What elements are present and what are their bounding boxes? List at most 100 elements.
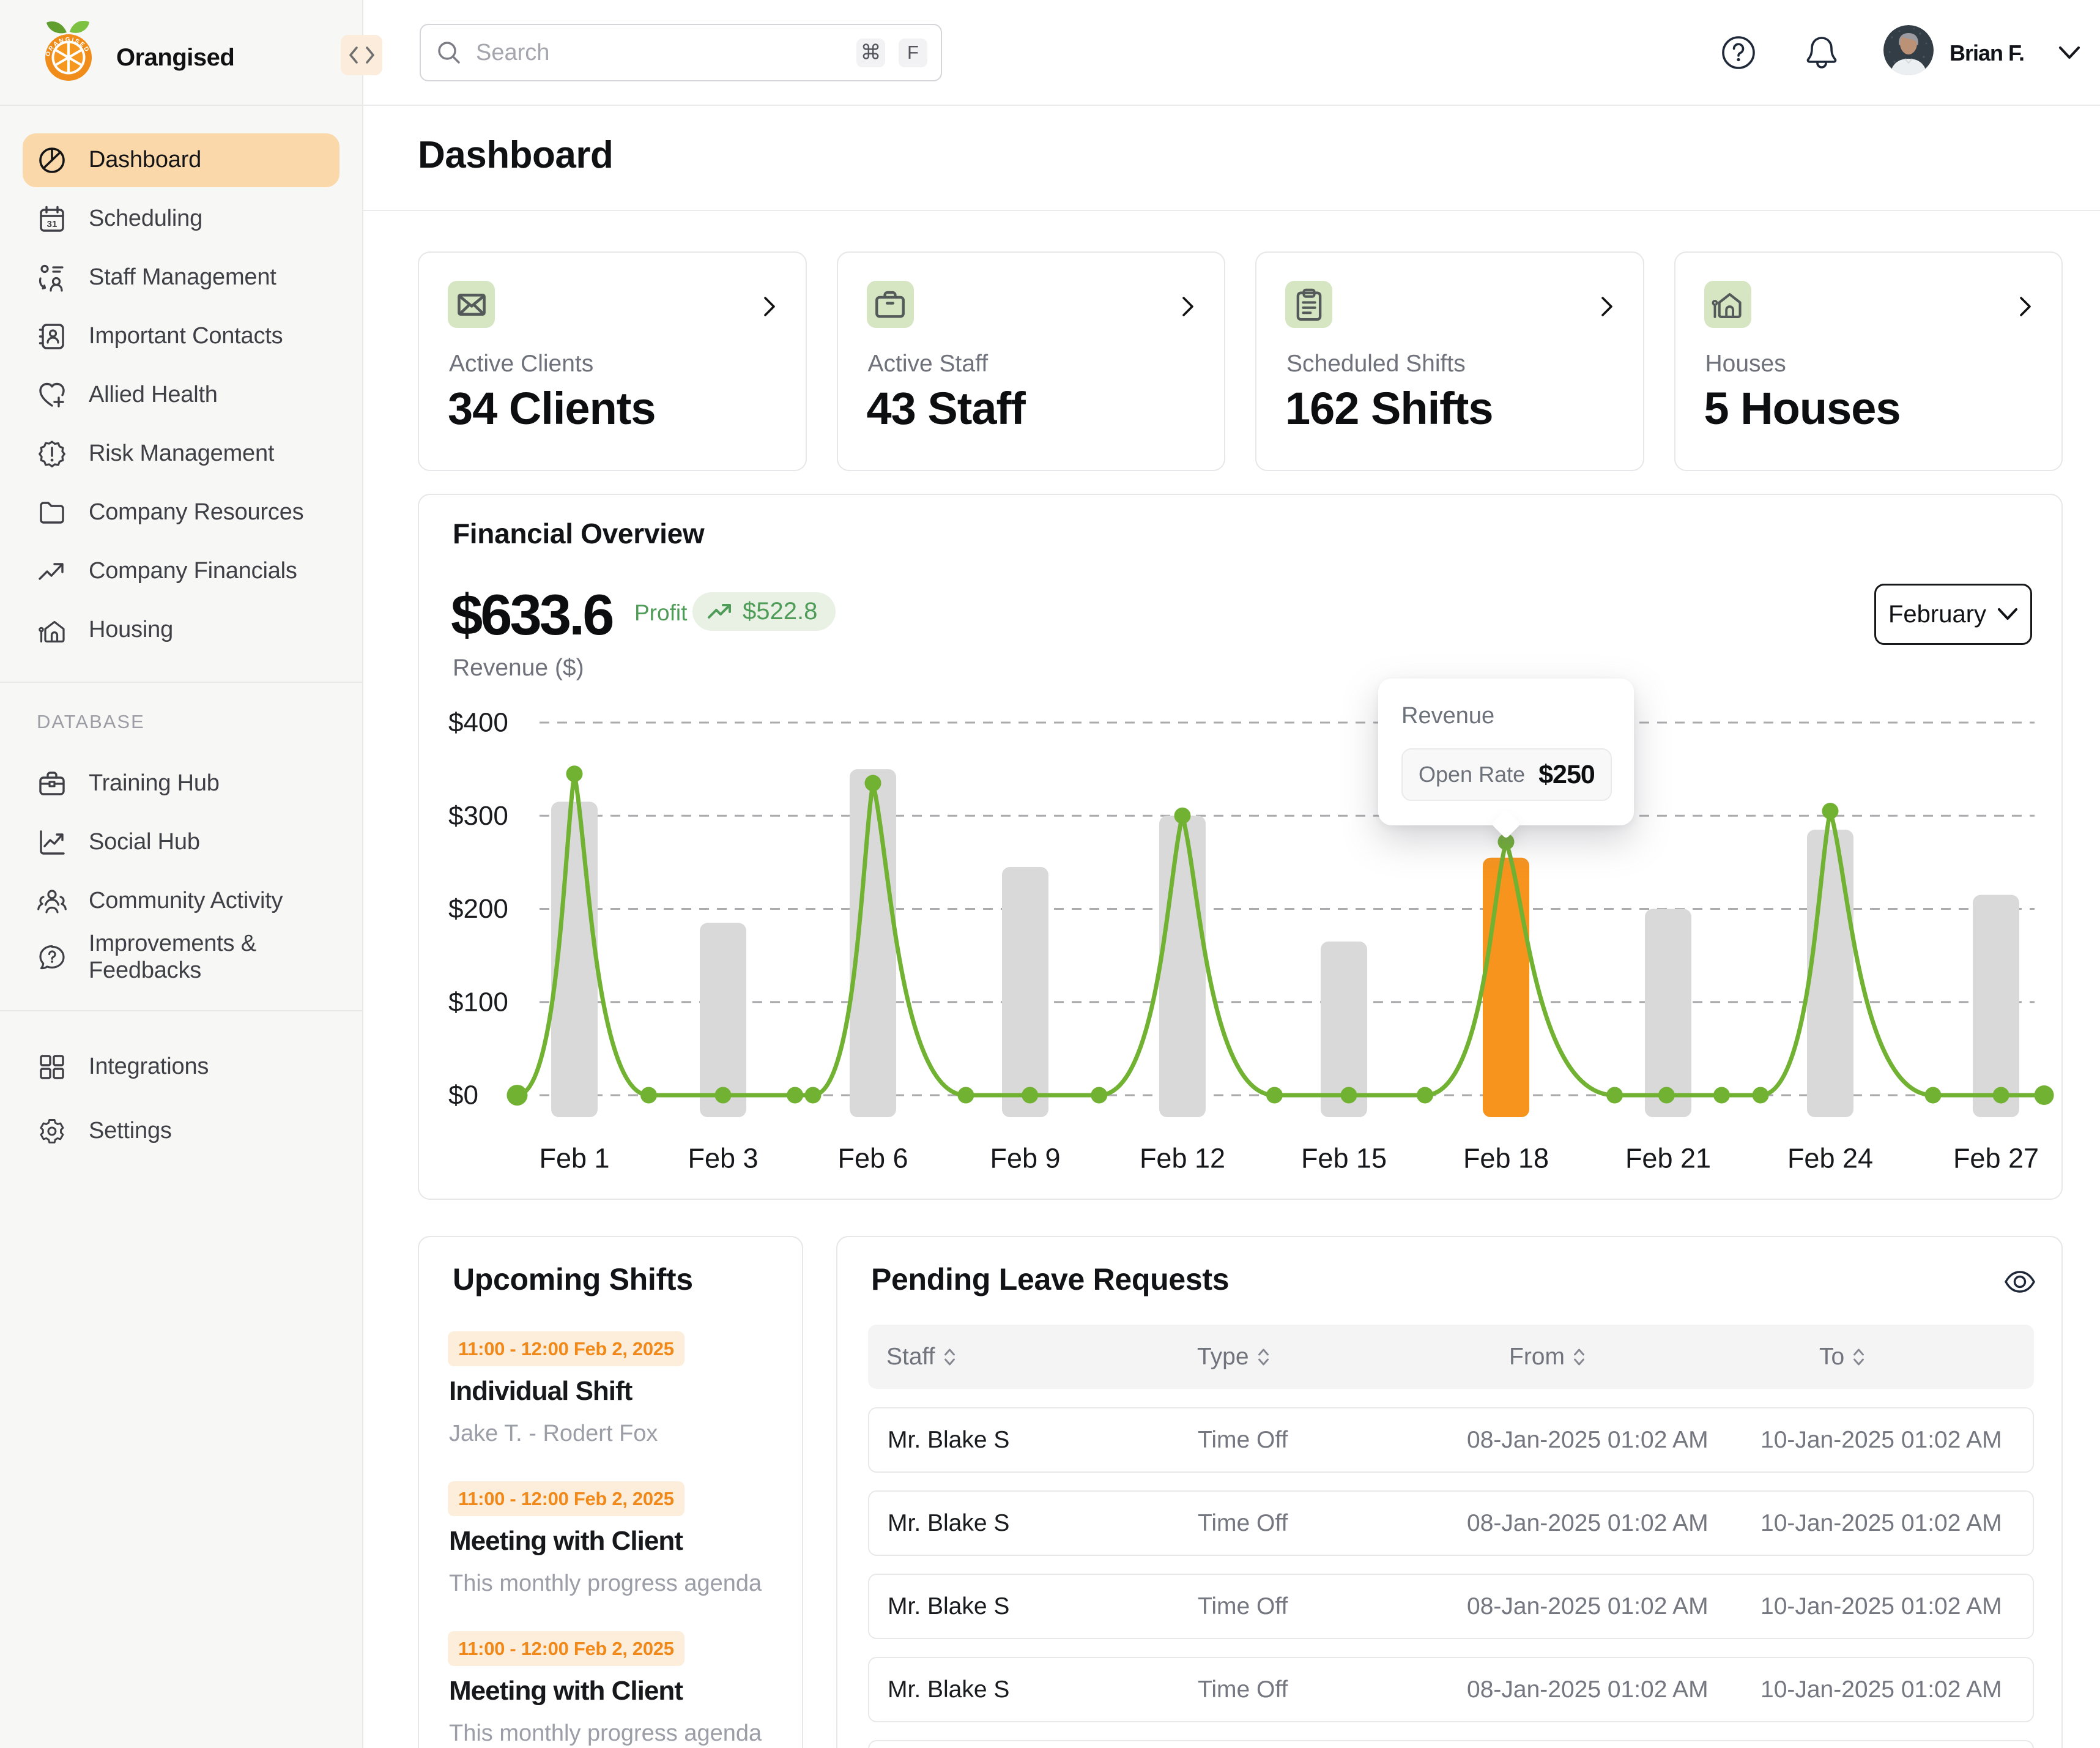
sidebar-item-improvements-feedbacks[interactable]: Improvements & Feedbacks [23,921,339,994]
chevron-right-icon [1598,293,1616,320]
leave-row[interactable]: Mr. Blake STime Off08-Jan-2025 01:02 AM1… [868,1407,2034,1473]
stat-card-scheduled-shifts[interactable]: Scheduled Shifts162 Shifts [1255,251,1644,471]
search-input[interactable]: Search ⌘ F [420,24,942,81]
shift-subtitle: This monthly progress agenda [449,1720,762,1747]
settings-icon [37,1117,67,1146]
sidebar-item-community-activity[interactable]: Community Activity [23,874,339,928]
leave-row[interactable]: Mr. Blake STime Off08-Jan-2025 01:02 AM1… [868,1574,2034,1639]
sidebar-item-training-hub[interactable]: Training Hub [23,757,339,811]
leave-column-staff[interactable]: Staff [868,1344,1179,1371]
sidebar-item-label: Scheduling [89,206,202,232]
data-point [1925,1087,1942,1104]
stat-card-active-staff[interactable]: Active Staff43 Staff [837,251,1226,471]
chevron-right-icon [365,46,376,64]
contacts-icon [37,322,67,351]
bar [1807,830,1853,1117]
sidebar-header: ORANGISED Orangised [0,0,362,106]
brand-name: Orangised [116,44,234,72]
sidebar-divider-1 [0,682,362,683]
leave-to: 10-Jan-2025 01:02 AM [1744,1593,2033,1620]
svg-text:31: 31 [47,219,58,229]
revenue-chart[interactable]: $0$100$200$300$400Feb 1Feb 3Feb 6Feb 9Fe… [419,495,2064,1201]
view-leave-button[interactable] [2004,1269,2036,1295]
stat-value: 5 Houses [1704,382,1901,434]
sidebar-item-label: Dashboard [89,147,201,174]
leave-row[interactable]: Mr. Blake STime Off08-Jan-2025 01:02 AM1… [868,1740,2034,1748]
sidebar-item-company-financials[interactable]: Company Financials [23,545,339,598]
user-menu-button[interactable] [2058,45,2080,60]
sort-icon [1853,1347,1864,1367]
sidebar-item-integrations[interactable]: Integrations [23,1040,339,1094]
help-icon [1721,35,1756,70]
leave-column-from[interactable]: From [1451,1344,1745,1371]
sidebar-item-settings[interactable]: Settings [23,1104,339,1158]
user-name: Brian F. [1950,40,2024,66]
data-point [1340,1087,1357,1104]
notifications-button[interactable] [1804,34,1839,71]
x-tick-label: Feb 9 [990,1143,1060,1174]
sidebar-item-allied-health[interactable]: Allied Health [23,368,339,422]
stat-label: Scheduled Shifts [1286,351,1466,377]
topbar: Search ⌘ F Brian [363,0,2100,106]
leave-column-type[interactable]: Type [1179,1344,1451,1371]
sidebar-item-staff-management[interactable]: Staff Management [23,251,339,305]
sidebar-item-label: Integrations [89,1054,209,1080]
tooltip-value: $250 [1538,760,1595,790]
sort-icon [1573,1347,1585,1367]
leave-column-label: Type [1197,1344,1249,1371]
sidebar-item-label: Settings [89,1118,172,1145]
sidebar: ORANGISED Orangised Dashboard 31 Schedulin… [0,0,363,1748]
sidebar-item-housing[interactable]: Housing [23,603,339,657]
leave-to: 10-Jan-2025 01:02 AM [1744,1510,2033,1537]
upcoming-shifts-card: Upcoming Shifts 11:00 - 12:00 Feb 2, 202… [418,1236,803,1748]
avatar[interactable] [1883,25,1934,75]
sort-icon [1258,1347,1269,1367]
social-hub-icon [37,828,67,857]
sidebar-item-important-contacts[interactable]: Important Contacts [23,310,339,363]
sort-icon [1573,1347,1585,1367]
shift-item[interactable]: 11:00 - 12:00 Feb 2, 2025Meeting with Cl… [448,1631,778,1748]
stat-card-houses[interactable]: Houses 5 Houses [1674,251,2063,471]
sidebar-item-label: Important Contacts [89,323,283,350]
sidebar-item-label: Housing [89,617,173,644]
shift-item[interactable]: 11:00 - 12:00 Feb 2, 2025Meeting with Cl… [448,1481,778,1604]
tooltip-label: Open Rate [1419,762,1525,787]
leave-type: Time Off [1179,1510,1451,1537]
data-point [1658,1087,1675,1104]
shift-subtitle: Jake T. - Rodert Fox [449,1421,658,1447]
help-button[interactable] [1721,35,1756,70]
stat-card-active-clients[interactable]: Active Clients34 Clients [418,251,807,471]
stat-value: 34 Clients [448,382,656,434]
stat-icon-box [867,281,914,328]
bar [1002,867,1048,1117]
data-point [1417,1087,1433,1104]
x-tick-label: Feb 12 [1140,1143,1225,1174]
x-tick-label: Feb 3 [688,1143,758,1174]
chevron-right-icon [760,293,779,320]
leave-row[interactable]: Mr. Blake STime Off08-Jan-2025 01:02 AM1… [868,1657,2034,1722]
data-point [715,1087,732,1104]
f-key-label: F [899,39,927,67]
sort-icon [944,1347,955,1367]
upcoming-shifts-title: Upcoming Shifts [453,1262,693,1297]
sidebar-item-company-resources[interactable]: Company Resources [23,486,339,540]
stat-label: Houses [1705,351,1786,377]
sidebar-collapse-button[interactable] [341,35,382,75]
bar [1645,909,1691,1118]
sidebar-item-dashboard[interactable]: Dashboard [23,133,339,187]
sort-icon [1853,1347,1864,1367]
bar [1973,895,2019,1117]
shift-name: Meeting with Client [449,1526,683,1556]
leave-column-to[interactable]: To [1745,1344,2034,1371]
shift-item[interactable]: 11:00 - 12:00 Feb 2, 2025Individual Shif… [448,1331,778,1454]
sidebar-item-social-hub[interactable]: Social Hub [23,816,339,869]
stat-icon-box [1285,281,1332,328]
sidebar-item-risk-management[interactable]: Risk Management [23,427,339,481]
data-point [506,1085,527,1106]
data-point [1822,803,1839,819]
sidebar-item-scheduling[interactable]: 31 Scheduling [23,192,339,246]
housing-icon [37,616,67,645]
bar-highlighted [1483,858,1529,1117]
x-tick-label: Feb 21 [1625,1143,1711,1174]
leave-row[interactable]: Mr. Blake STime Off08-Jan-2025 01:02 AM1… [868,1490,2034,1556]
